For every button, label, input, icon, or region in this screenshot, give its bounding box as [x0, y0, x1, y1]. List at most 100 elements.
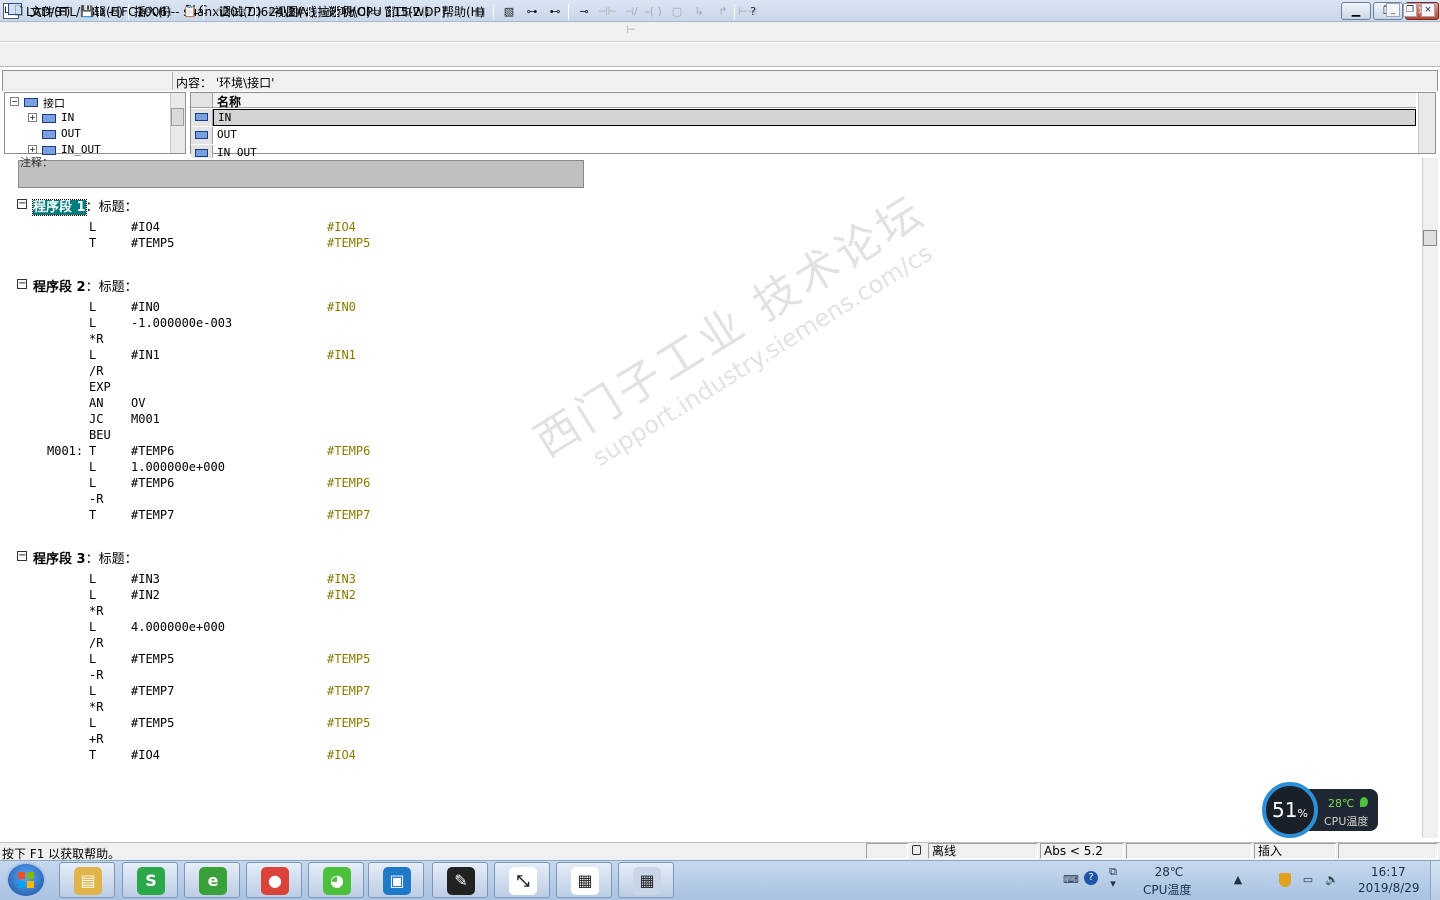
taskbar-app-lad-stl-fbd[interactable]: ▦ [556, 862, 612, 898]
clock-date[interactable]: 2019/8/29 [1358, 881, 1420, 895]
mdi-close-button[interactable]: × [1421, 3, 1435, 17]
taskbar-app-calculator[interactable]: ▦ [618, 862, 674, 898]
taskbar-app-vm-app[interactable]: ▣ [368, 862, 424, 898]
security-shield-icon[interactable] [1279, 873, 1291, 887]
network-collapse-icon[interactable]: − [17, 551, 27, 561]
network-title[interactable]: 程序段 1：标题： [32, 196, 138, 216]
tray-cpu-temp[interactable]: 28℃ [1144, 865, 1194, 879]
grid-cell-name[interactable]: IN [213, 109, 1416, 126]
grid-row[interactable]: IN [191, 109, 1416, 126]
branch-close-icon[interactable]: ⊸ [575, 3, 593, 21]
stl-operand[interactable]: #TEMP6 [131, 476, 174, 492]
coil-icon[interactable]: –( ) [644, 3, 662, 21]
stl-code-editor[interactable] [2, 158, 1422, 838]
network-title[interactable]: 程序段 3：标题： [33, 548, 138, 567]
stl-instruction[interactable]: *R [89, 332, 103, 348]
taskbar-app-simatic-tool[interactable]: ⤡ [494, 862, 550, 898]
stl-operand[interactable]: 4.000000e+000 [131, 620, 225, 636]
stl-instruction[interactable]: T [89, 444, 96, 460]
open-branch-icon[interactable]: ↳ [690, 3, 708, 21]
undo-icon[interactable]: ↶ [210, 3, 228, 21]
stl-instruction[interactable]: L [89, 588, 96, 604]
stl-instruction[interactable]: L [89, 348, 96, 364]
grid-column-name[interactable]: 名称 [213, 93, 1416, 109]
stl-operand[interactable]: #TEMP6 [131, 444, 174, 460]
taskbar-app-chrome[interactable]: ● [246, 862, 302, 898]
paste-icon[interactable]: 📋 [181, 3, 199, 21]
stl-instruction[interactable]: L [89, 652, 96, 668]
stl-operand[interactable]: #IN0 [131, 300, 160, 316]
tree-item-label[interactable]: IN [61, 111, 74, 124]
stl-instruction[interactable]: +R [89, 732, 103, 748]
stl-instruction[interactable]: L [89, 476, 96, 492]
stl-operand[interactable]: #TEMP5 [131, 716, 174, 732]
stl-operand[interactable]: #IO4 [131, 220, 160, 236]
clock-time[interactable]: 16:17 [1371, 865, 1406, 879]
box-icon[interactable]: ▢ [668, 3, 686, 21]
stl-instruction[interactable]: L [89, 620, 96, 636]
editor-scroll-thumb[interactable] [1423, 230, 1437, 246]
stl-instruction[interactable]: -R [89, 492, 103, 508]
stl-instruction[interactable]: L [89, 460, 96, 476]
stl-operand[interactable]: OV [131, 396, 145, 412]
stl-operand[interactable]: #TEMP7 [131, 508, 174, 524]
tree-scroll-thumb[interactable] [171, 108, 184, 126]
redo-icon[interactable]: ↷ [233, 3, 251, 21]
stl-instruction[interactable]: *R [89, 700, 103, 716]
address-icon[interactable]: ⊞ [316, 3, 334, 21]
stl-instruction[interactable]: L [89, 316, 96, 332]
branch-icon[interactable]: ⊷ [546, 3, 564, 21]
stl-instruction[interactable]: /R [89, 636, 103, 652]
taskbar-app-wechat[interactable]: ◕ [308, 862, 364, 898]
block-comment-field[interactable] [18, 160, 584, 188]
ladder-icon[interactable]: ⊡ [398, 3, 416, 21]
stl-operand[interactable]: #TEMP7 [131, 684, 174, 700]
stl-operand[interactable]: #IN2 [131, 588, 160, 604]
tree-item-label[interactable]: IN_OUT [61, 143, 101, 156]
open-icon[interactable]: 🗁 [31, 3, 49, 21]
grid-row[interactable]: OUT [191, 127, 1416, 144]
interface-view-icon[interactable]: ▤ [471, 3, 489, 21]
network-new-icon[interactable]: ⊶ [523, 3, 541, 21]
stl-instruction[interactable]: L [89, 572, 96, 588]
contact-nc-icon[interactable]: ⊣/⊢ [622, 3, 640, 36]
print-icon[interactable]: ⎙ [106, 3, 124, 21]
network-collapse-icon[interactable]: − [17, 279, 27, 289]
expand-icon[interactable]: + [28, 145, 37, 154]
accessible-nodes-icon[interactable]: ⊟ [54, 3, 72, 21]
stl-instruction[interactable]: T [89, 508, 96, 524]
stl-instruction[interactable]: JC [89, 412, 103, 428]
stl-operand[interactable]: #IN3 [131, 572, 160, 588]
show-desktop-button[interactable] [1430, 861, 1440, 900]
network-icon[interactable]: ▭ [1301, 874, 1315, 886]
stl-instruction[interactable]: L [89, 300, 96, 316]
cut-icon[interactable]: ✂ [136, 3, 154, 21]
compile-icon[interactable]: ✔ [343, 3, 361, 21]
overview-icon[interactable]: ▭ [366, 3, 384, 21]
taskbar-app-browser-360[interactable]: e [184, 862, 240, 898]
keyboard-icon[interactable]: ⌨ [1063, 874, 1079, 886]
taskbar-app-explorer[interactable]: ▤ [59, 862, 115, 898]
stl-operand[interactable]: #TEMP5 [131, 236, 174, 252]
stl-instruction[interactable]: /R [89, 364, 103, 380]
stl-operand[interactable]: #IN1 [131, 348, 160, 364]
stl-instruction[interactable]: T [89, 748, 96, 764]
details-icon[interactable]: ▧ [500, 3, 518, 21]
close-branch-icon[interactable]: ↱ [714, 3, 732, 21]
editor-scrollbar[interactable] [1422, 158, 1438, 838]
stl-instruction[interactable]: *R [89, 604, 103, 620]
taskbar-app-simatic-manager[interactable]: ✎ [432, 862, 488, 898]
save-icon[interactable]: 💾 [78, 3, 96, 21]
help-icon[interactable]: ? [744, 3, 762, 21]
show-hidden-icons-icon[interactable]: ▲ [1231, 874, 1245, 886]
stl-instruction[interactable]: AN [89, 396, 103, 412]
grid-scrollbar[interactable] [1418, 93, 1435, 153]
stl-instruction[interactable]: T [89, 236, 96, 252]
expand-icon[interactable]: + [28, 113, 37, 122]
mdi-restore-button[interactable]: ❐ [1403, 3, 1417, 17]
step-back-icon[interactable]: |« [418, 3, 436, 21]
help-tray-icon[interactable]: ? [1084, 871, 1098, 885]
tray-down-icon[interactable]: ▾ [1106, 878, 1120, 890]
network-title[interactable]: 程序段 2：标题： [33, 276, 138, 295]
stl-instruction[interactable]: -R [89, 668, 103, 684]
